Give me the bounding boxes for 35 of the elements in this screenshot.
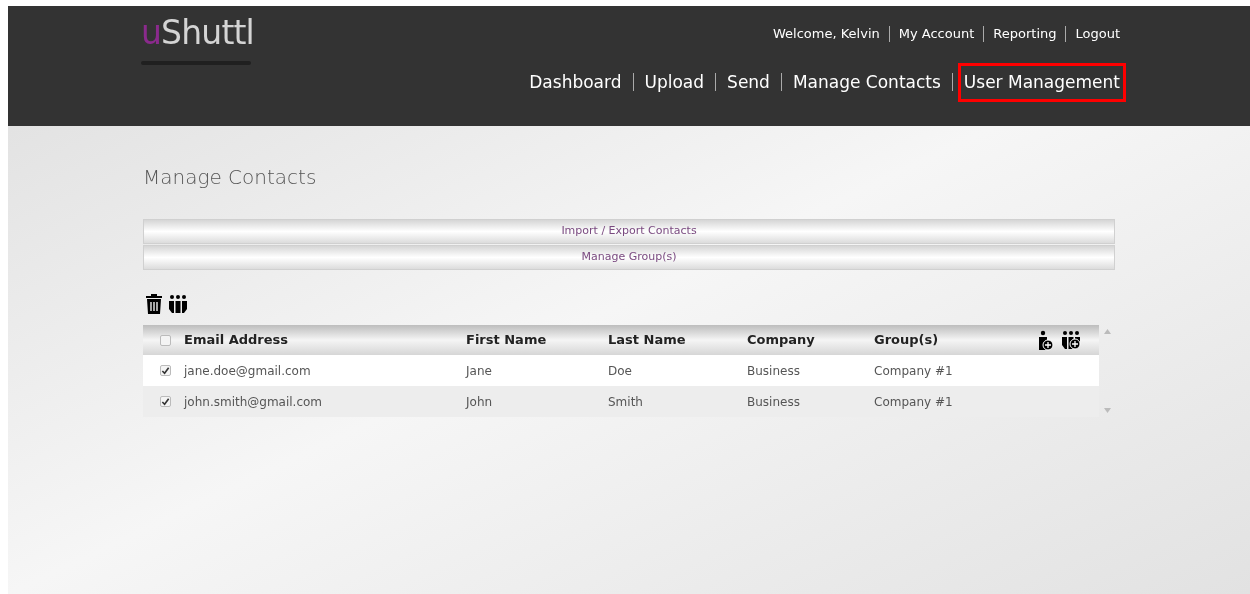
logo[interactable]: uShuttl: [141, 16, 254, 49]
nav-link[interactable]: Dashboard: [529, 62, 622, 102]
table-cell-text: Doe: [608, 362, 633, 380]
column-header: Email Address: [184, 331, 289, 350]
table-cell-text: jane.doe@gmail.com: [184, 362, 312, 380]
top-link[interactable]: My Account: [898, 24, 975, 44]
table-cell-text: Business: [747, 393, 801, 411]
table-cell-text: john.smith@gmail.com: [184, 393, 324, 411]
accordion-header[interactable]: Manage Group(s): [143, 245, 1115, 270]
top-link[interactable]: Logout: [1075, 24, 1120, 44]
trash-icon[interactable]: [145, 293, 163, 315]
table-cell-text: Smith: [608, 393, 644, 411]
column-header: Last Name: [608, 331, 687, 350]
table-cell-text: Company #1: [874, 362, 954, 380]
nav-link[interactable]: User Management: [957, 62, 1126, 102]
welcome-text: Welcome, Kelvin: [773, 25, 880, 43]
accordion-header[interactable]: Import / Export Contacts: [143, 219, 1115, 244]
top-link[interactable]: Reporting: [993, 24, 1057, 44]
table-cell-text: John: [466, 393, 494, 411]
column-header: First Name: [466, 331, 548, 350]
column-header: Company: [747, 331, 816, 350]
nav-link[interactable]: Upload: [644, 62, 705, 102]
group-icon[interactable]: [167, 294, 189, 314]
table-cell-text: Jane: [466, 362, 493, 380]
checkbox[interactable]: [160, 396, 171, 407]
column-header: Group(s): [874, 331, 940, 350]
checkbox[interactable]: [160, 365, 171, 376]
table-cell-text: Business: [747, 362, 801, 380]
add-group-icon[interactable]: [1060, 329, 1083, 350]
checkbox[interactable]: [160, 334, 171, 346]
nav-link[interactable]: Send: [727, 62, 770, 102]
add-person-icon[interactable]: [1038, 329, 1055, 351]
page-title: Manage Contacts: [143, 164, 318, 191]
nav-link[interactable]: Manage Contacts: [792, 62, 941, 102]
table-cell-text: Company #1: [874, 393, 954, 411]
